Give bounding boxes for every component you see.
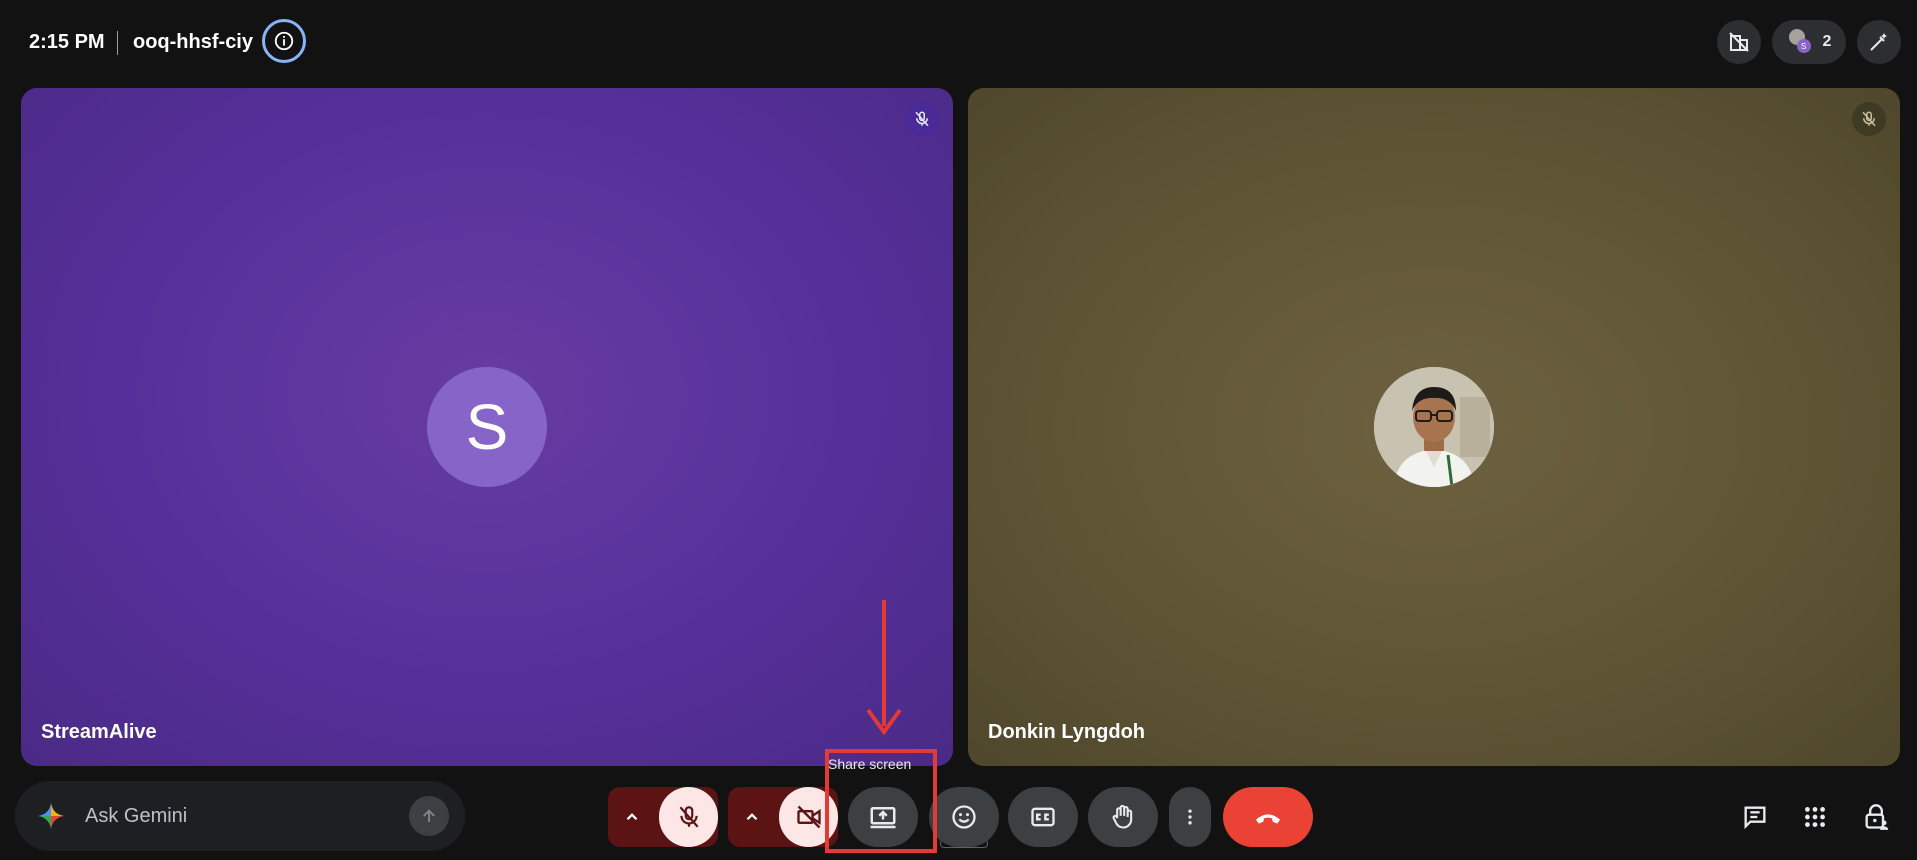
emoji-icon [952, 805, 976, 829]
gemini-sparkle-icon [38, 803, 64, 829]
top-bar: 2:15 PM ooq-hhsf-ciy S 2 [0, 0, 1917, 86]
hand-icon [1112, 804, 1133, 829]
more-vert-icon [1188, 809, 1192, 825]
person-photo-icon [1374, 367, 1494, 487]
avatar-photo [1374, 367, 1494, 487]
edit-effects-button[interactable] [1857, 20, 1901, 64]
chat-button[interactable] [1735, 797, 1775, 837]
annotation-arrow [866, 600, 902, 736]
chevron-up-icon [746, 813, 758, 821]
info-icon [274, 31, 294, 51]
reactions-button[interactable] [929, 787, 999, 847]
leave-call-button[interactable] [1223, 787, 1313, 847]
captions-button[interactable] [1008, 787, 1078, 847]
participant-name: Donkin Lyngdoh [988, 721, 1146, 743]
gemini-placeholder: Ask Gemini [85, 805, 188, 827]
arrow-up-icon [423, 809, 435, 822]
mic-off-icon [1862, 111, 1876, 127]
ask-gemini-input[interactable]: Ask Gemini [15, 781, 465, 851]
mic-off-icon [915, 111, 929, 127]
chat-icon [1744, 806, 1766, 830]
muted-badge [905, 102, 939, 136]
apps-grid-icon [1805, 807, 1825, 827]
microphone-toggle-button[interactable] [659, 787, 718, 847]
companion-mode-button[interactable] [1717, 20, 1761, 64]
avatar: S [1796, 39, 1811, 53]
annotation-highlight-box [825, 749, 937, 853]
meeting-info-button[interactable] [262, 19, 306, 63]
participants-button[interactable]: S 2 [1772, 20, 1846, 64]
chevron-up-icon [626, 813, 638, 821]
hang-up-icon [1256, 814, 1280, 824]
participant-tile-streamalive[interactable]: S StreamAlive [21, 88, 953, 766]
closed-captions-icon [1031, 807, 1055, 827]
raise-hand-button[interactable] [1088, 787, 1158, 847]
participant-avatars: S [1787, 29, 1813, 55]
participant-count: 2 [1822, 33, 1832, 50]
activities-button[interactable] [1795, 797, 1835, 837]
send-button[interactable] [409, 796, 449, 836]
camera-off-icon [796, 805, 821, 829]
avatar: S [427, 367, 547, 487]
divider [117, 31, 118, 55]
participant-name: StreamAlive [41, 721, 157, 743]
no-building-icon [1729, 32, 1749, 52]
lock-person-icon [1865, 804, 1889, 830]
participant-tile-donkin[interactable]: Donkin Lyngdoh [968, 88, 1900, 766]
meeting-code: ooq-hhsf-ciy [133, 31, 253, 53]
magic-pencil-icon [1870, 33, 1887, 51]
host-controls-button[interactable] [1856, 797, 1896, 837]
more-options-button[interactable] [1169, 787, 1211, 847]
mic-off-icon [679, 806, 698, 828]
muted-badge [1852, 102, 1886, 136]
clock-time: 2:15 PM [29, 31, 105, 53]
